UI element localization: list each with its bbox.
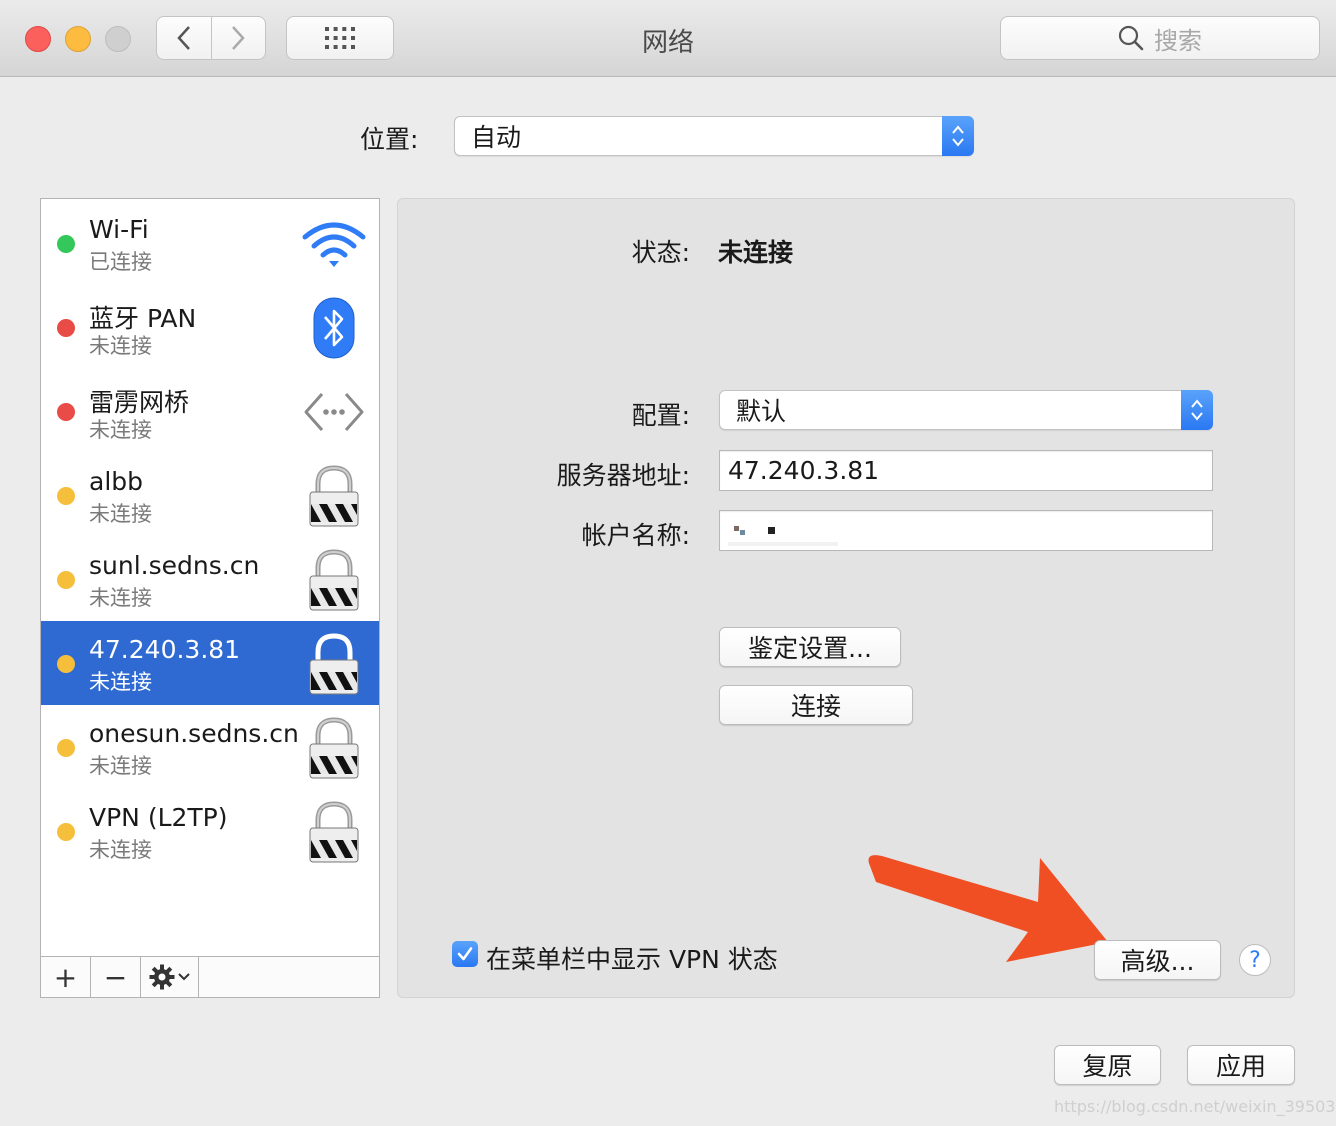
server-address-value: 47.240.3.81	[728, 456, 880, 485]
help-button[interactable]: ?	[1239, 944, 1271, 976]
service-item[interactable]: sunl.sedns.cn 未连接	[41, 537, 379, 621]
status-label: 状态:	[631, 238, 690, 267]
wifi-icon	[301, 213, 367, 275]
service-status: 未连接	[89, 334, 152, 358]
service-status: 未连接	[89, 502, 152, 526]
configuration-value: 默认	[736, 397, 787, 426]
status-dot	[57, 403, 75, 421]
vpn-lock-icon	[301, 717, 367, 779]
service-name: 47.240.3.81	[89, 635, 241, 664]
title-bar: 网络 搜索	[0, 0, 1336, 77]
search-field[interactable]: 搜索	[1000, 16, 1320, 60]
service-item[interactable]: 雷雳网桥 未连接	[41, 369, 379, 453]
service-status: 未连接	[89, 754, 152, 778]
service-name: sunl.sedns.cn	[89, 551, 260, 580]
authentication-settings-button[interactable]: 鉴定设置...	[719, 627, 901, 667]
show-vpn-status-checkbox[interactable]	[452, 941, 478, 967]
network-service-list: Wi-Fi 已连接 蓝牙 PAN 未连接 雷雳网桥 未连接 albb 未连接 sunl.sedn…	[40, 198, 380, 998]
search-icon	[1118, 25, 1144, 51]
service-item[interactable]: VPN (L2TP) 未连接	[41, 789, 379, 873]
status-dot	[57, 823, 75, 841]
vpn-lock-icon	[301, 633, 367, 695]
configuration-stepper	[1181, 390, 1213, 430]
redacted-text	[728, 525, 838, 546]
service-item[interactable]: albb 未连接	[41, 453, 379, 537]
status-dot	[57, 739, 75, 757]
location-stepper	[942, 116, 974, 156]
up-down-chevron-icon	[1191, 399, 1203, 421]
vpn-lock-icon	[301, 801, 367, 863]
server-address-label: 服务器地址:	[556, 461, 690, 490]
location-popup[interactable]: 自动	[454, 116, 974, 156]
configuration-label: 配置:	[631, 401, 690, 430]
add-service-button[interactable]: +	[41, 957, 91, 997]
vpn-detail-panel	[397, 198, 1295, 998]
search-placeholder: 搜索	[1154, 26, 1202, 55]
service-status: 已连接	[89, 250, 152, 274]
service-status: 未连接	[89, 418, 152, 442]
location-value: 自动	[471, 123, 522, 152]
service-actions-button[interactable]	[141, 957, 199, 997]
configuration-popup[interactable]: 默认	[719, 390, 1213, 430]
server-address-field[interactable]: 47.240.3.81	[719, 450, 1213, 491]
service-name: Wi-Fi	[89, 215, 149, 244]
service-status: 未连接	[89, 670, 152, 694]
service-item[interactable]: 蓝牙 PAN 未连接	[41, 285, 379, 369]
bluetooth-icon	[301, 297, 367, 359]
connect-button[interactable]: 连接	[719, 685, 913, 725]
chevron-down-icon	[178, 973, 190, 981]
service-name: albb	[89, 467, 144, 496]
vpn-lock-icon	[301, 465, 367, 527]
account-name-field[interactable]	[719, 510, 1213, 551]
status-dot	[57, 319, 75, 337]
service-item[interactable]: Wi-Fi 已连接	[41, 201, 379, 285]
advanced-button[interactable]: 高级...	[1094, 940, 1221, 980]
service-name: onesun.sedns.cn	[89, 719, 299, 748]
remove-service-button[interactable]: −	[91, 957, 141, 997]
status-value: 未连接	[718, 238, 794, 267]
up-down-chevron-icon	[952, 125, 964, 147]
annotation-arrow	[868, 855, 1108, 962]
service-list-toolbar: + −	[41, 956, 379, 997]
service-item[interactable]: 47.240.3.81 未连接	[41, 621, 379, 705]
thunderbolt-bridge-icon	[301, 381, 367, 443]
checkmark-icon	[457, 947, 473, 961]
show-vpn-status-label: 在菜单栏中显示 VPN 状态	[486, 945, 778, 974]
account-name-label: 帐户名称:	[581, 521, 690, 550]
service-name: VPN (L2TP)	[89, 803, 228, 832]
service-item[interactable]: onesun.sedns.cn 未连接	[41, 705, 379, 789]
status-dot	[57, 235, 75, 253]
gear-icon	[149, 964, 175, 990]
service-status: 未连接	[89, 586, 152, 610]
service-status: 未连接	[89, 838, 152, 862]
apply-button[interactable]: 应用	[1187, 1045, 1295, 1085]
status-dot	[57, 655, 75, 673]
location-label: 位置:	[360, 125, 419, 154]
vpn-lock-icon	[301, 549, 367, 611]
revert-button[interactable]: 复原	[1054, 1045, 1161, 1085]
status-dot	[57, 487, 75, 505]
status-dot	[57, 571, 75, 589]
watermark-text: https://blog.csdn.net/weixin_39503767	[1054, 1097, 1336, 1116]
